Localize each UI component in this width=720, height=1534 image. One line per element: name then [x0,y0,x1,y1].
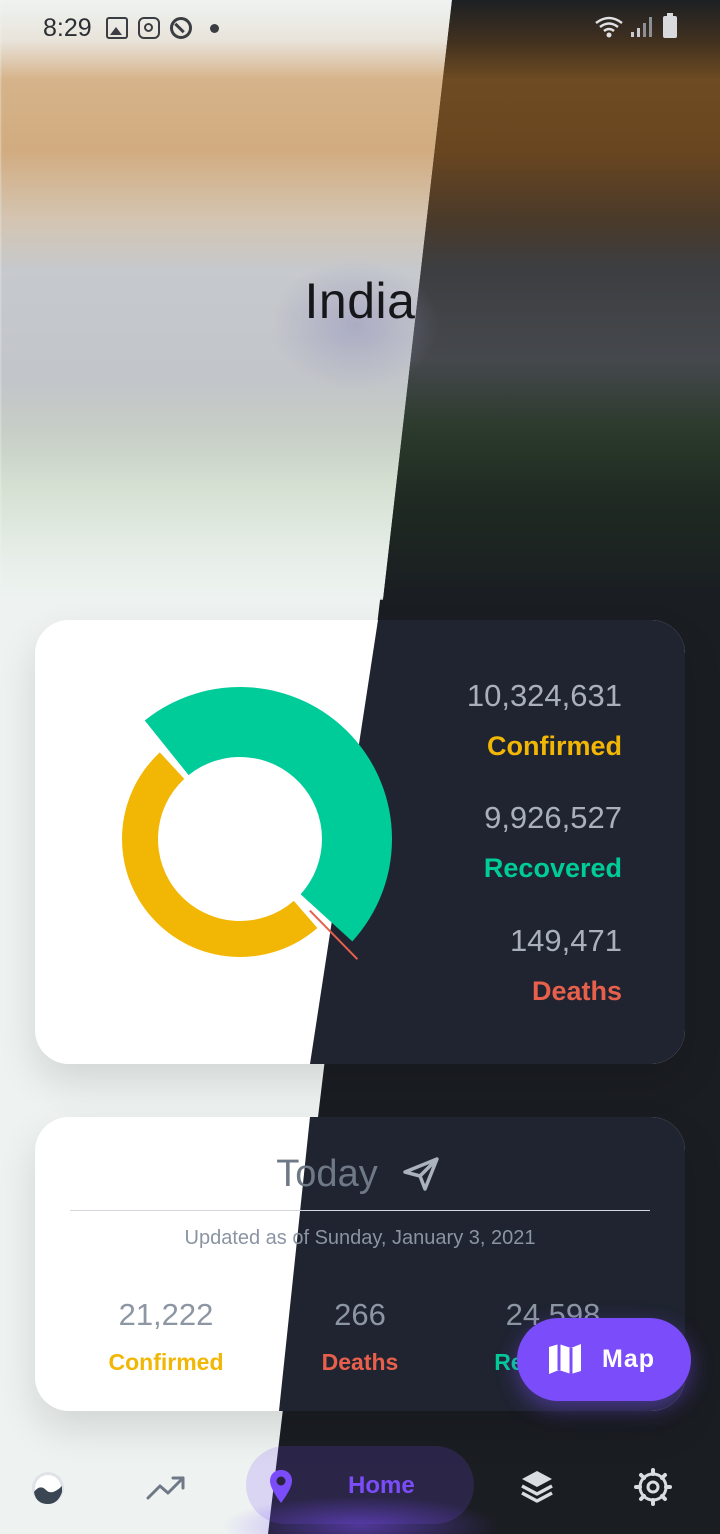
map-icon [549,1344,581,1374]
today-confirmed-label: Confirmed [108,1349,224,1375]
app-icon [170,17,192,39]
battery-icon [663,13,677,38]
wifi-icon [595,16,623,38]
updated-timestamp: Updated as of Sunday, January 3, 2021 [184,1227,536,1249]
today-deaths-value: 266 [334,1297,386,1332]
confirmed-value: 10,324,631 [466,678,622,713]
page-title: India [304,273,416,329]
wave-icon[interactable] [30,1470,66,1506]
image-icon [106,17,128,39]
notification-dot-icon [210,24,219,33]
confirmed-label: Confirmed [487,731,622,761]
instagram-icon [138,17,160,39]
deaths-label: Deaths [531,976,622,1006]
location-pin-icon [270,1470,292,1503]
confirmed-slice [122,752,318,957]
layers-icon[interactable] [520,1468,554,1506]
settings-icon[interactable] [634,1468,672,1506]
signal-icon [631,17,652,37]
send-icon[interactable] [403,1157,439,1191]
summary-card: 10,324,631 Confirmed 9,926,527 Recovered… [35,620,685,1064]
bottom-nav: Home [0,1436,720,1534]
today-confirmed-value: 21,222 [118,1297,214,1332]
recovered-label: Recovered [483,853,622,883]
deaths-value: 149,471 [509,923,622,958]
map-button[interactable]: Map [517,1318,691,1401]
today-title-text: Today [276,1153,378,1195]
status-bar: 8:29 [0,0,720,56]
trending-up-icon[interactable] [146,1474,186,1502]
divider [70,1210,650,1211]
today-deaths-label: Deaths [321,1349,399,1375]
nav-home-label: Home [348,1472,415,1499]
status-time: 8:29 [43,14,92,42]
recovered-value: 9,926,527 [484,800,622,835]
today-title: Today [35,1153,685,1196]
map-button-label: Map [602,1345,655,1373]
